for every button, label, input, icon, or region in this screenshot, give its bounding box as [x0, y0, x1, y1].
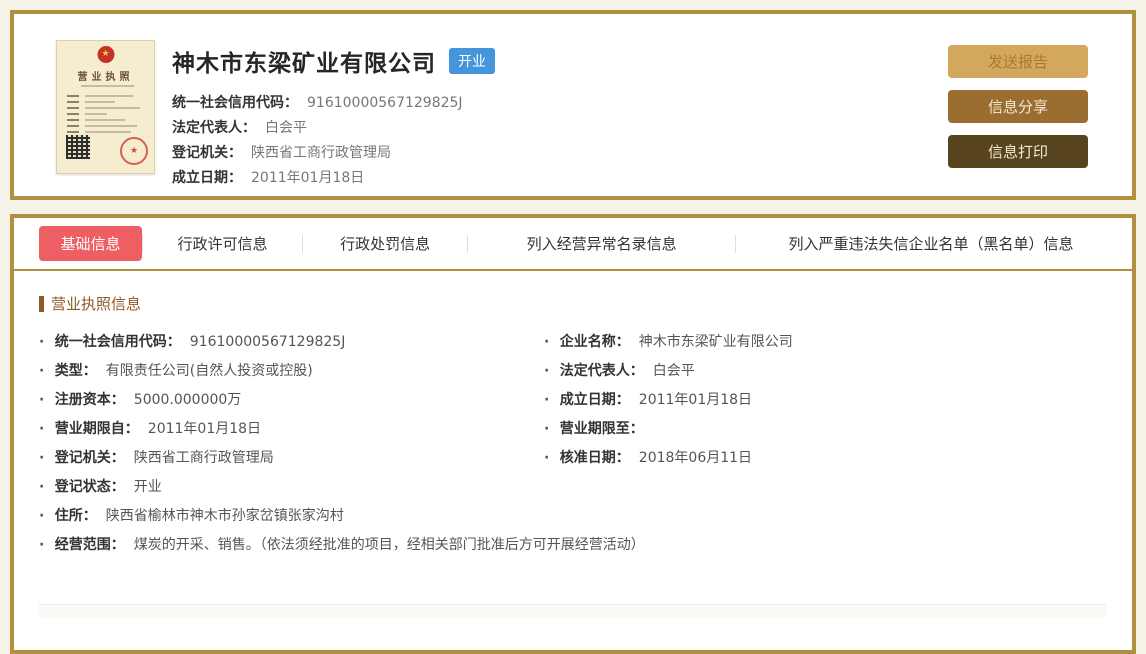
header-field-registration-authority: 登记机关：陕西省工商行政管理局 [172, 141, 495, 166]
license-text-line [67, 119, 144, 122]
license-text-line [67, 101, 144, 104]
tab-basic-info[interactable]: 基础信息 [39, 226, 142, 261]
field-row: 统一社会信用代码：91610000567129825J 企业名称：神木市东梁矿业… [39, 328, 1107, 357]
field-empty [544, 473, 1107, 502]
field-company-type: 类型：有限责任公司(自然人投资或控股) [39, 357, 544, 386]
field-business-scope: 经营范围：煤炭的开采、销售。（依法须经批准的项目，经相关部门批准后方可开展经营活… [39, 531, 1107, 560]
field-row: 营业期限自：2011年01月18日 营业期限至： [39, 415, 1107, 444]
field-address: 住所：陕西省榆林市神木市孙家岔镇张家沟村 [39, 502, 1107, 531]
field-establishment-date: 成立日期：2011年01月18日 [544, 386, 1107, 415]
tab-serious-violations-blacklist-info[interactable]: 列入严重违法失信企业名单（黑名单）信息 [736, 233, 1126, 254]
field-approval-date: 核准日期：2018年06月11日 [544, 444, 1107, 473]
license-text-line [67, 113, 144, 116]
license-divider [81, 85, 134, 87]
section-title-bar [39, 296, 44, 312]
field-row: 注册资本：5000.000000万 成立日期：2011年01月18日 [39, 386, 1107, 415]
field-credit-code: 统一社会信用代码：91610000567129825J [39, 328, 544, 357]
company-header-panel: ★ 营业执照 ★ 神木市东梁矿业有限公司 开业 统一社会信用代码：9161000… [10, 10, 1136, 200]
field-registered-capital: 注册资本：5000.000000万 [39, 386, 544, 415]
tab-administrative-license-info[interactable]: 行政许可信息 [143, 233, 302, 254]
license-info-fields: 统一社会信用代码：91610000567129825J 企业名称：神木市东梁矿业… [39, 328, 1107, 560]
tab-administrative-penalty-info[interactable]: 行政处罚信息 [303, 233, 467, 254]
field-row: 类型：有限责任公司(自然人投资或控股) 法定代表人：白会平 [39, 357, 1107, 386]
field-row: 登记状态：开业 [39, 473, 1107, 502]
red-seal-icon: ★ [120, 137, 148, 165]
print-info-button[interactable]: 信息打印 [948, 135, 1088, 168]
header-field-credit-code: 统一社会信用代码：91610000567129825J [172, 91, 495, 116]
header-field-establishment-date: 成立日期：2011年01月18日 [172, 166, 495, 191]
section-title: 营业执照信息 [39, 293, 1107, 314]
license-title: 营业执照 [57, 68, 154, 83]
qr-code-icon [66, 135, 90, 159]
field-registration-status: 登记状态：开业 [39, 473, 544, 502]
field-company-name: 企业名称：神木市东梁矿业有限公司 [544, 328, 1107, 357]
field-row: 登记机关：陕西省工商行政管理局 核准日期：2018年06月11日 [39, 444, 1107, 473]
field-business-term-from: 营业期限自：2011年01月18日 [39, 415, 544, 444]
company-summary: 神木市东梁矿业有限公司 开业 统一社会信用代码：9161000056712982… [172, 44, 495, 191]
send-report-button[interactable]: 发送报告 [948, 45, 1088, 78]
field-row: 经营范围：煤炭的开采、销售。（依法须经批准的项目，经相关部门批准后方可开展经营活… [39, 531, 1107, 560]
business-license-image: ★ 营业执照 ★ [56, 40, 155, 174]
section-title-text: 营业执照信息 [51, 293, 141, 314]
company-detail-panel: 基础信息 行政许可信息 行政处罚信息 列入经营异常名录信息 列入严重违法失信企业… [10, 214, 1136, 654]
license-text-line [67, 131, 144, 134]
share-info-button[interactable]: 信息分享 [948, 90, 1088, 123]
field-business-term-to: 营业期限至： [544, 415, 1107, 444]
tab-abnormal-operations-list-info[interactable]: 列入经营异常名录信息 [468, 233, 735, 254]
field-registration-authority: 登记机关：陕西省工商行政管理局 [39, 444, 544, 473]
field-legal-representative: 法定代表人：白会平 [544, 357, 1107, 386]
header-field-legal-representative: 法定代表人：白会平 [172, 116, 495, 141]
license-text-line [67, 95, 144, 98]
national-emblem-icon: ★ [97, 46, 114, 63]
company-name: 神木市东梁矿业有限公司 [172, 44, 436, 78]
license-text-line [67, 107, 144, 110]
tab-bar: 基础信息 行政许可信息 行政处罚信息 列入经营异常名录信息 列入严重违法失信企业… [14, 218, 1132, 271]
field-row: 住所：陕西省榆林市神木市孙家岔镇张家沟村 [39, 502, 1107, 531]
next-section-area [39, 605, 1107, 617]
status-badge: 开业 [449, 48, 495, 74]
header-actions: 发送报告 信息分享 信息打印 [948, 45, 1088, 180]
license-info-section: 营业执照信息 统一社会信用代码：91610000567129825J 企业名称：… [14, 271, 1132, 617]
license-text-line [67, 125, 144, 128]
